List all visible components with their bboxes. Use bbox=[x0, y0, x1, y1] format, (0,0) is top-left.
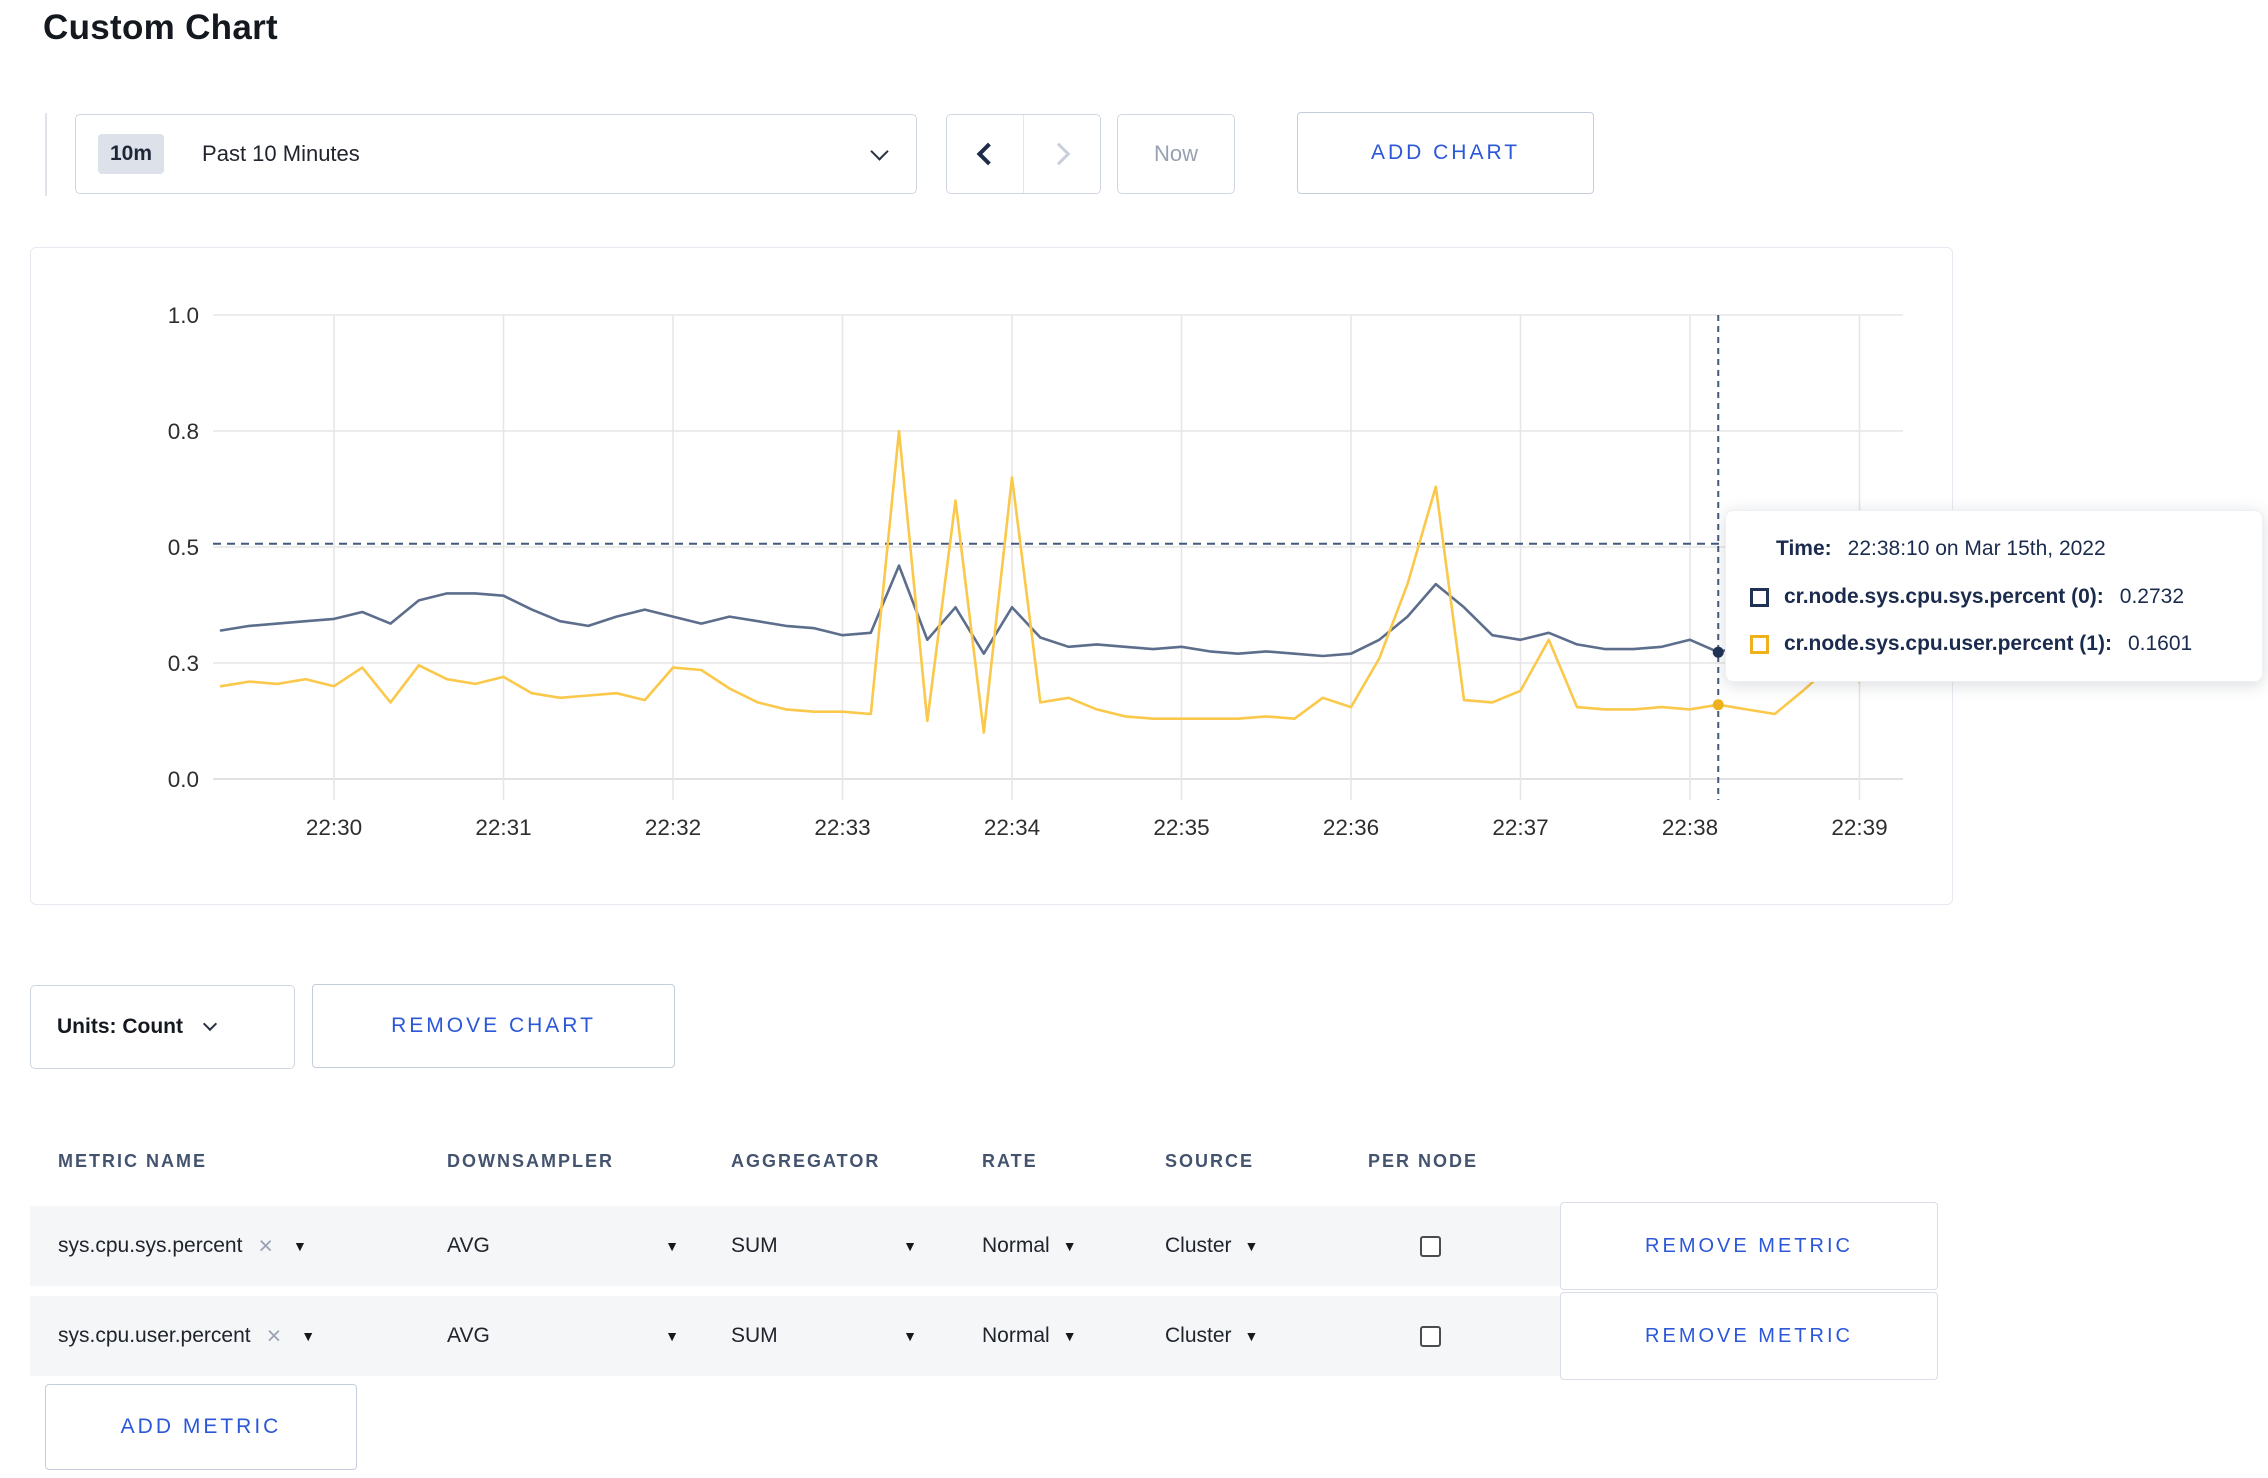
x-axis-tick-label: 22:31 bbox=[475, 815, 531, 840]
sys-series-swatch-icon bbox=[1750, 587, 1769, 607]
metric-row: sys.cpu.user.percent × ▼ AVG ▼ SUM ▼ Nor… bbox=[30, 1292, 1938, 1380]
x-axis-tick-label: 22:33 bbox=[814, 815, 870, 840]
tooltip-time-value: 22:38:10 on Mar 15th, 2022 bbox=[1847, 537, 2106, 560]
metric-name-value: sys.cpu.sys.percent bbox=[58, 1234, 243, 1257]
source-value: Cluster bbox=[1165, 1324, 1232, 1347]
remove-metric-button[interactable]: REMOVE METRIC bbox=[1560, 1202, 1938, 1290]
units-label: Units: Count bbox=[57, 1015, 183, 1038]
user-series-swatch-icon bbox=[1750, 634, 1769, 654]
column-header-downsampler: DOWNSAMPLER bbox=[447, 1150, 614, 1171]
x-axis-tick-label: 22:38 bbox=[1662, 815, 1718, 840]
tooltip-series-row: cr.node.sys.cpu.sys.percent (0): 0.2732 bbox=[1750, 585, 2184, 609]
chevron-down-icon bbox=[202, 1016, 218, 1032]
toolbar-left-divider bbox=[45, 113, 47, 196]
dropdown-arrow-icon: ▼ bbox=[293, 1238, 307, 1254]
cpu-usage-chart[interactable]: 0.0 0.3 0.5 0.8 1.0 22:30 22:31 22:32 22:33 22:34… bbox=[31, 248, 1954, 906]
downsampler-select[interactable]: AVG ▼ bbox=[447, 1324, 679, 1348]
x-axis-tick-label: 22:39 bbox=[1831, 815, 1887, 840]
chevron-down-icon bbox=[870, 141, 889, 161]
dropdown-arrow-icon: ▼ bbox=[1062, 1238, 1077, 1254]
x-axis-tick-label: 22:30 bbox=[306, 815, 362, 840]
series-line bbox=[219, 564, 1861, 658]
rate-value: Normal bbox=[982, 1234, 1050, 1257]
tooltip-series-row: cr.node.sys.cpu.user.percent (1): 0.1601 bbox=[1750, 632, 2192, 656]
series-line bbox=[219, 429, 1861, 734]
y-axis-tick-label: 0.3 bbox=[168, 651, 199, 676]
dropdown-arrow-icon: ▼ bbox=[665, 1328, 679, 1344]
source-value: Cluster bbox=[1165, 1234, 1232, 1257]
column-header-source: SOURCE bbox=[1165, 1150, 1255, 1171]
time-range-dropdown[interactable]: 10m Past 10 Minutes bbox=[75, 114, 917, 194]
crosshair-point-marker bbox=[1712, 699, 1724, 711]
x-axis-tick-label: 22:32 bbox=[645, 815, 701, 840]
add-chart-button[interactable]: ADD CHART bbox=[1297, 112, 1594, 194]
add-metric-button[interactable]: ADD METRIC bbox=[45, 1384, 357, 1470]
x-axis-tick-label: 22:35 bbox=[1153, 815, 1209, 840]
chevron-right-icon bbox=[1047, 142, 1071, 166]
dropdown-arrow-icon: ▼ bbox=[903, 1238, 917, 1254]
column-header-rate: RATE bbox=[982, 1150, 1038, 1171]
dropdown-arrow-icon: ▼ bbox=[1062, 1328, 1077, 1344]
tooltip-time-row: Time: 22:38:10 on Mar 15th, 2022 bbox=[1776, 537, 2106, 561]
metric-name-select[interactable]: sys.cpu.sys.percent × ▼ bbox=[58, 1233, 447, 1259]
metric-name-value: sys.cpu.user.percent bbox=[58, 1324, 251, 1347]
downsampler-select[interactable]: AVG ▼ bbox=[447, 1234, 679, 1258]
step-forward-button[interactable] bbox=[1023, 115, 1100, 193]
per-node-checkbox[interactable] bbox=[1420, 1325, 1441, 1347]
units-dropdown[interactable]: Units: Count bbox=[30, 985, 295, 1069]
source-select[interactable]: Cluster ▼ bbox=[1165, 1324, 1368, 1348]
page-title: Custom Chart bbox=[43, 8, 278, 47]
column-header-metric-name: METRIC NAME bbox=[58, 1150, 207, 1171]
clear-metric-icon[interactable]: × bbox=[267, 1323, 282, 1349]
rate-select[interactable]: Normal ▼ bbox=[982, 1234, 1165, 1258]
tooltip-series-value: 0.2732 bbox=[2119, 585, 2185, 608]
metric-row: sys.cpu.sys.percent × ▼ AVG ▼ SUM ▼ Norm… bbox=[30, 1202, 1938, 1290]
step-back-button[interactable] bbox=[947, 115, 1023, 193]
dropdown-arrow-icon: ▼ bbox=[665, 1238, 679, 1254]
rate-select[interactable]: Normal ▼ bbox=[982, 1324, 1165, 1348]
chevron-left-icon bbox=[976, 142, 1000, 166]
tooltip-series-label: cr.node.sys.cpu.sys.percent (0): bbox=[1784, 585, 2104, 608]
metric-name-select[interactable]: sys.cpu.user.percent × ▼ bbox=[58, 1323, 447, 1349]
column-header-per-node: PER NODE bbox=[1368, 1150, 1479, 1171]
tooltip-series-value: 0.1601 bbox=[2127, 632, 2193, 655]
downsampler-value: AVG bbox=[447, 1324, 490, 1347]
chart-tooltip: Time: 22:38:10 on Mar 15th, 2022 cr.node… bbox=[1725, 510, 2263, 682]
dropdown-arrow-icon: ▼ bbox=[301, 1328, 316, 1344]
column-header-aggregator: AGGREGATOR bbox=[731, 1150, 881, 1171]
time-step-button-group bbox=[946, 114, 1101, 194]
downsampler-value: AVG bbox=[447, 1234, 490, 1257]
crosshair-point-marker bbox=[1712, 646, 1724, 658]
now-button[interactable]: Now bbox=[1117, 114, 1235, 194]
y-axis-tick-label: 0.0 bbox=[168, 767, 199, 792]
tooltip-time-label: Time: bbox=[1776, 537, 1832, 560]
y-axis-tick-label: 0.5 bbox=[168, 535, 199, 560]
aggregator-select[interactable]: SUM ▼ bbox=[731, 1234, 917, 1258]
per-node-checkbox[interactable] bbox=[1420, 1235, 1441, 1257]
remove-chart-button[interactable]: REMOVE CHART bbox=[312, 984, 675, 1068]
aggregator-select[interactable]: SUM ▼ bbox=[731, 1324, 917, 1348]
y-axis-tick-label: 0.8 bbox=[168, 419, 199, 444]
x-axis-tick-label: 22:37 bbox=[1492, 815, 1548, 840]
rate-value: Normal bbox=[982, 1324, 1050, 1347]
remove-metric-button[interactable]: REMOVE METRIC bbox=[1560, 1292, 1938, 1380]
chart-card: 0.0 0.3 0.5 0.8 1.0 22:30 22:31 22:32 22:33 22:34… bbox=[30, 247, 1953, 905]
x-axis-tick-label: 22:34 bbox=[984, 815, 1040, 840]
source-select[interactable]: Cluster ▼ bbox=[1165, 1234, 1368, 1258]
tooltip-series-label: cr.node.sys.cpu.user.percent (1): bbox=[1784, 632, 2112, 655]
metrics-table-header: METRIC NAME DOWNSAMPLER AGGREGATOR RATE … bbox=[30, 1133, 1938, 1189]
dropdown-arrow-icon: ▼ bbox=[1244, 1328, 1259, 1344]
aggregator-value: SUM bbox=[731, 1324, 778, 1347]
aggregator-value: SUM bbox=[731, 1234, 778, 1257]
clear-metric-icon[interactable]: × bbox=[258, 1233, 273, 1259]
y-axis-tick-label: 1.0 bbox=[168, 303, 199, 328]
dropdown-arrow-icon: ▼ bbox=[1244, 1238, 1259, 1254]
time-range-label: Past 10 Minutes bbox=[202, 141, 360, 166]
dropdown-arrow-icon: ▼ bbox=[903, 1328, 917, 1344]
x-axis-tick-label: 22:36 bbox=[1323, 815, 1379, 840]
time-range-badge: 10m bbox=[98, 134, 165, 174]
